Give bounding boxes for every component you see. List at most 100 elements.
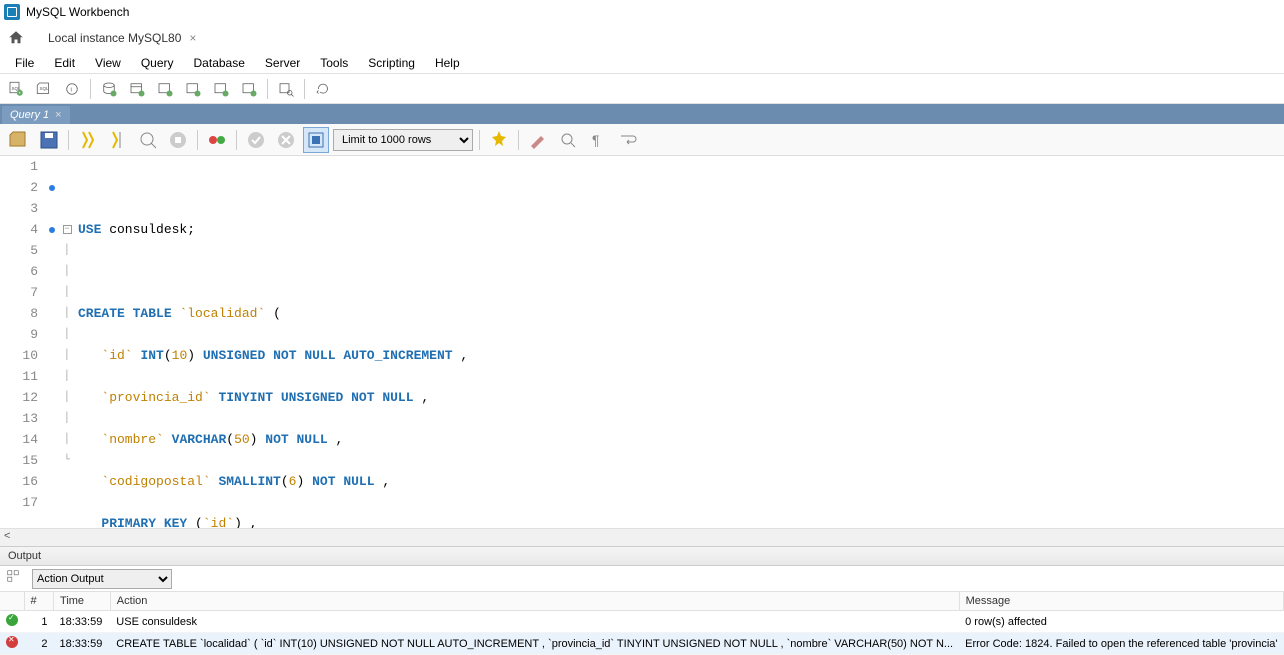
output-cell-num: 1 [24, 611, 54, 633]
output-controls: Action Output [0, 566, 1284, 592]
svg-text:+: + [18, 90, 21, 95]
output-row[interactable]: 2 18:33:59 CREATE TABLE `localidad` ( `i… [0, 633, 1284, 655]
create-view-icon[interactable] [153, 77, 177, 101]
output-cell-time: 18:33:59 [54, 633, 111, 655]
create-function-icon[interactable] [209, 77, 233, 101]
output-grid-icon[interactable] [6, 569, 26, 589]
separator [90, 79, 91, 99]
output-panel-title: Output [8, 550, 41, 562]
output-cell-action: USE consuldesk [110, 611, 959, 633]
fold-collapse-icon[interactable]: − [63, 225, 72, 234]
connection-tab-label: Local instance MySQL80 [48, 31, 181, 45]
menu-tools[interactable]: Tools [311, 54, 357, 72]
explain-icon[interactable] [135, 127, 161, 153]
menu-view[interactable]: View [86, 54, 130, 72]
stop-icon[interactable] [165, 127, 191, 153]
menu-help[interactable]: Help [426, 54, 469, 72]
output-col-message[interactable]: Message [959, 592, 1283, 611]
code-line: `provincia_id` TINYINT UNSIGNED NOT NULL… [78, 387, 1284, 408]
menu-file[interactable]: File [6, 54, 43, 72]
svg-text:¶: ¶ [592, 132, 600, 148]
svg-text:SQL: SQL [40, 85, 50, 90]
output-cell-message: Error Code: 1824. Failed to open the ref… [959, 633, 1283, 655]
output-col-action[interactable]: Action [110, 592, 959, 611]
code-area[interactable]: USE consuldesk; CREATE TABLE `localidad`… [74, 156, 1284, 528]
save-icon[interactable] [36, 127, 62, 153]
separator [304, 79, 305, 99]
error-icon [6, 636, 18, 648]
rollback-icon[interactable] [273, 127, 299, 153]
separator [518, 130, 519, 150]
home-icon[interactable] [6, 28, 26, 48]
output-type-select[interactable]: Action Output [32, 569, 172, 589]
statement-marker-icon [49, 227, 55, 233]
menu-server[interactable]: Server [256, 54, 309, 72]
code-line [78, 261, 1284, 282]
output-col-status[interactable] [0, 592, 24, 611]
horizontal-scrollbar[interactable]: < [0, 528, 1284, 546]
code-line: PRIMARY KEY (`id`) , [78, 513, 1284, 528]
toggle-limit-icon[interactable] [303, 127, 329, 153]
output-row[interactable]: 1 18:33:59 USE consuldesk 0 row(s) affec… [0, 611, 1284, 633]
code-line: `nombre` VARCHAR(50) NOT NULL , [78, 429, 1284, 450]
execute-icon[interactable] [75, 127, 101, 153]
output-panel-header: Output [0, 546, 1284, 566]
limit-rows-select[interactable]: Limit to 1000 rows [333, 129, 473, 151]
inspector-icon[interactable]: i [60, 77, 84, 101]
close-icon[interactable]: × [189, 31, 196, 45]
menu-database[interactable]: Database [185, 54, 254, 72]
output-cell-time: 18:33:59 [54, 611, 111, 633]
beautify-icon[interactable] [486, 127, 512, 153]
menu-scripting[interactable]: Scripting [359, 54, 424, 72]
close-icon[interactable]: × [55, 109, 61, 121]
separator [267, 79, 268, 99]
search-table-data-icon[interactable] [274, 77, 298, 101]
code-line [78, 177, 1284, 198]
open-file-icon[interactable] [6, 127, 32, 153]
commit-icon[interactable] [243, 127, 269, 153]
output-table: # Time Action Message 1 18:33:59 USE con… [0, 592, 1284, 655]
success-icon [6, 614, 18, 626]
code-line: USE consuldesk; [78, 219, 1284, 240]
output-cell-action: CREATE TABLE `localidad` ( `id` INT(10) … [110, 633, 959, 655]
toggle-autocommit-icon[interactable] [204, 127, 230, 153]
query-tab-strip: Query 1 × [0, 104, 1284, 124]
wrap-icon[interactable] [615, 127, 641, 153]
output-col-time[interactable]: Time [54, 592, 111, 611]
menu-query[interactable]: Query [132, 54, 183, 72]
output-col-num[interactable]: # [24, 592, 54, 611]
separator [68, 130, 69, 150]
execute-current-icon[interactable] [105, 127, 131, 153]
separator [479, 130, 480, 150]
code-line: CREATE TABLE `localidad` ( [78, 303, 1284, 324]
create-procedure-icon[interactable] [181, 77, 205, 101]
open-sql-file-icon[interactable]: SQL [32, 77, 56, 101]
menu-edit[interactable]: Edit [45, 54, 84, 72]
menu-bar: File Edit View Query Database Server Too… [0, 52, 1284, 74]
connection-tab-row: Local instance MySQL80 × [0, 24, 1284, 52]
create-table-icon[interactable] [125, 77, 149, 101]
code-line: `id` INT(10) UNSIGNED NOT NULL AUTO_INCR… [78, 345, 1284, 366]
svg-text:i: i [71, 87, 72, 93]
title-bar: MySQL Workbench [0, 0, 1284, 24]
separator [236, 130, 237, 150]
brush-icon[interactable] [525, 127, 551, 153]
toggle-invisible-icon[interactable]: ¶ [585, 127, 611, 153]
create-schema-icon[interactable] [97, 77, 121, 101]
statement-marker-icon [49, 185, 55, 191]
line-number-gutter: 1234 5678 9101112 13141516 17 [0, 156, 44, 528]
new-sql-tab-icon[interactable]: SQL+ [4, 77, 28, 101]
output-cell-num: 2 [24, 633, 54, 655]
sql-editor[interactable]: 1234 5678 9101112 13141516 17 − ││││ │││… [0, 156, 1284, 528]
scroll-left-icon[interactable]: < [4, 530, 10, 542]
separator [197, 130, 198, 150]
marker-column [44, 156, 60, 528]
connection-tab[interactable]: Local instance MySQL80 × [40, 27, 204, 49]
query-tab[interactable]: Query 1 × [2, 106, 70, 124]
reconnect-icon[interactable] [311, 77, 335, 101]
fold-column: − ││││ ││││ ││└ [60, 156, 74, 528]
find-icon[interactable] [555, 127, 581, 153]
create-user-icon[interactable] [237, 77, 261, 101]
main-toolbar: SQL+ SQL i [0, 74, 1284, 104]
editor-toolbar: Limit to 1000 rows ¶ [0, 124, 1284, 156]
